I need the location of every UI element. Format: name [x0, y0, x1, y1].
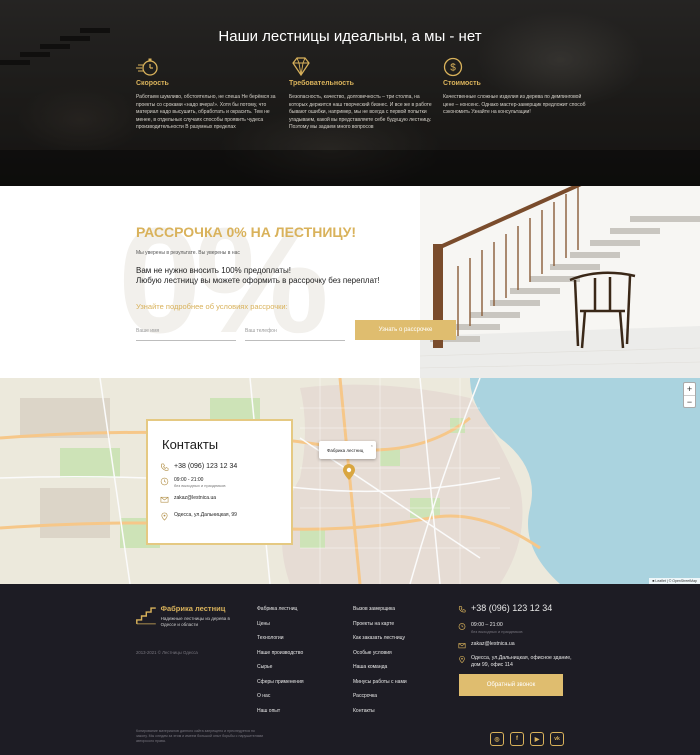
footer-link[interactable]: Как заказать лестницу: [353, 635, 407, 650]
map-marker-icon[interactable]: [343, 464, 355, 480]
phone-icon: [458, 605, 466, 613]
diamond-icon: [292, 57, 310, 77]
footer-link[interactable]: Наше производство: [257, 650, 304, 665]
contacts-hours: 09:00 - 21:00 без выходных и праздников: [174, 477, 226, 488]
staircase-photo: [420, 186, 700, 378]
footer-link[interactable]: Минусы работы с нами: [353, 679, 407, 694]
popup-close-button[interactable]: ×: [371, 443, 373, 448]
callback-button[interactable]: Обратный звонок: [459, 674, 563, 696]
footer-link[interactable]: Вызов замерщика: [353, 606, 407, 621]
feature-title: Требовательность: [289, 80, 354, 87]
footer-hours-row: 09:00 – 21:00 без выходных и праздников: [458, 622, 523, 635]
feature-text: Работаем шумливо, обстоятельно, не спеша…: [136, 94, 276, 130]
promo-title: РАССРОЧКА 0% НА ЛЕСТНИЦУ!: [136, 224, 356, 240]
hero-title: Наши лестницы идеальны, а мы - нет: [218, 28, 482, 45]
zoom-out-button[interactable]: −: [684, 395, 695, 407]
map-popup: Фабрика лестниц ×: [319, 441, 376, 459]
contacts-address: Одесса, ул.Дальницкая, 99: [174, 512, 237, 518]
installment-section: 0% РАССРОЧКА 0% НА ЛЕСТНИЦУ! Мы уверены …: [0, 186, 700, 378]
footer-hours: 09:00 – 21:00 без выходных и праздников: [471, 622, 523, 635]
footer-address: Одесса, ул.Дальницкая, офисное здание, д…: [471, 655, 572, 668]
footer-link[interactable]: Наша команда: [353, 664, 407, 679]
clock-icon: [160, 477, 169, 486]
footer-address-row: Одесса, ул.Дальницкая, офисное здание, д…: [458, 655, 581, 668]
feature-quality: Требовательность Безопасность, качество,…: [289, 56, 439, 132]
dollar-coin-icon: $: [443, 57, 463, 77]
footer-logo[interactable]: Фабрика лестниц Надежные лестницы из дер…: [136, 604, 246, 628]
contacts-card: Контакты +38 (096) 123 12 34 09:00 - 21:…: [146, 419, 293, 545]
footer-nav-col-2: Вызов замерщика Проекты на карте Как зак…: [353, 606, 407, 722]
vk-icon[interactable]: vk: [550, 732, 564, 746]
phone-input[interactable]: Ваш телефон: [245, 324, 345, 341]
contacts-phone-row: +38 (096) 123 12 34: [160, 463, 237, 472]
site-footer: Фабрика лестниц Надежные лестницы из дер…: [0, 584, 700, 755]
feature-text: Безопасность, качество, долговечность – …: [289, 94, 432, 130]
feature-title: Стоимость: [443, 80, 481, 87]
footer-hours-value: 09:00 – 21:00: [471, 622, 503, 628]
name-input[interactable]: Ваше имя: [136, 324, 236, 341]
promo-subtitle: Мы уверены в результате. Вы уверены в на…: [136, 250, 240, 256]
facebook-icon[interactable]: f: [510, 732, 524, 746]
map-zoom-control: + −: [683, 382, 696, 408]
footer-link[interactable]: Рассрочка: [353, 693, 407, 708]
footer-nav-col-1: Фабрика лестниц Цены Технологии Наше про…: [257, 606, 304, 722]
stopwatch-icon: [136, 58, 158, 76]
phone-icon: [161, 463, 169, 471]
mail-icon: [160, 496, 169, 503]
feature-title: Скорость: [136, 80, 169, 87]
footer-link[interactable]: Сырье: [257, 664, 304, 679]
clock-icon: [458, 623, 466, 630]
footer-email[interactable]: zakaz@lestnica.ua: [471, 641, 515, 648]
footer-hours-note: без выходных и праздников: [471, 628, 523, 634]
promo-lead: Вам не нужно вносить 100% предоплаты! Лю…: [136, 266, 436, 286]
promo-lead-line-1: Вам не нужно вносить 100% предоплаты!: [136, 266, 291, 275]
contacts-hours-row: 09:00 - 21:00 без выходных и праздников: [160, 477, 226, 488]
hero-section: Наши лестницы идеальны, а мы - нет Скоро…: [0, 0, 700, 186]
footer-link[interactable]: Наш опыт: [257, 708, 304, 723]
footer-slogan: Надежные лестницы из дерева в Одессе и о…: [160, 616, 230, 627]
feature-text: Качественные сложные изделия из дерева п…: [443, 94, 586, 115]
contacts-hours-note: без выходных и праздников: [174, 483, 226, 488]
contacts-phone[interactable]: +38 (096) 123 12 34: [174, 463, 237, 470]
youtube-icon[interactable]: ▶: [530, 732, 544, 746]
contacts-address-row: Одесса, ул.Дальницкая, 99: [160, 512, 237, 521]
mail-icon: [458, 643, 466, 649]
map-section[interactable]: + − ■ Leaflet | © OpenStreetMap Фабрика …: [0, 378, 700, 584]
contacts-title: Контакты: [162, 437, 219, 452]
contacts-email[interactable]: zakaz@lestnica.ua: [174, 495, 216, 501]
footer-legal-notice: Копирование материалов данного сайта зап…: [136, 729, 264, 743]
footer-link[interactable]: Контакты: [353, 708, 407, 723]
footer-link[interactable]: Особые условия: [353, 650, 407, 665]
stairs-logo-icon: [136, 607, 156, 625]
footer-link[interactable]: Сферы применения: [257, 679, 304, 694]
zoom-in-button[interactable]: +: [684, 383, 695, 395]
popup-label: Фабрика лестниц: [327, 447, 364, 453]
installment-button[interactable]: Узнать о рассрочке: [355, 320, 456, 340]
footer-link[interactable]: Проекты на карте: [353, 621, 407, 636]
footer-copyright: 2013-2021 © Лестницы Одесса: [136, 650, 198, 655]
footer-link[interactable]: О нас: [257, 693, 304, 708]
footer-brand: Фабрика лестниц: [160, 604, 226, 613]
footer-email-row: zakaz@lestnica.ua: [458, 641, 515, 650]
svg-text:$: $: [450, 63, 456, 74]
promo-lead-line-2: Любую лестницу вы можете оформить в расс…: [136, 276, 380, 285]
feature-price: $ Стоимость Качественные сложные изделия…: [443, 56, 593, 117]
location-pin-icon: [161, 512, 168, 521]
feature-speed: Скорость Работаем шумливо, обстоятельно,…: [136, 56, 286, 132]
contacts-email-row: zakaz@lestnica.ua: [160, 495, 216, 504]
footer-phone-row: +38 (096) 123 12 34: [458, 604, 552, 614]
footer-link[interactable]: Технологии: [257, 635, 304, 650]
footer-link[interactable]: Цены: [257, 621, 304, 636]
instagram-icon[interactable]: ◎: [490, 732, 504, 746]
footer-link[interactable]: Фабрика лестниц: [257, 606, 304, 621]
promo-learn-more: Узнайте подробнее об условиях рассрочки:: [136, 302, 288, 311]
footer-phone[interactable]: +38 (096) 123 12 34: [471, 604, 552, 612]
map-tiles[interactable]: [0, 378, 700, 584]
location-pin-icon: [459, 655, 465, 664]
